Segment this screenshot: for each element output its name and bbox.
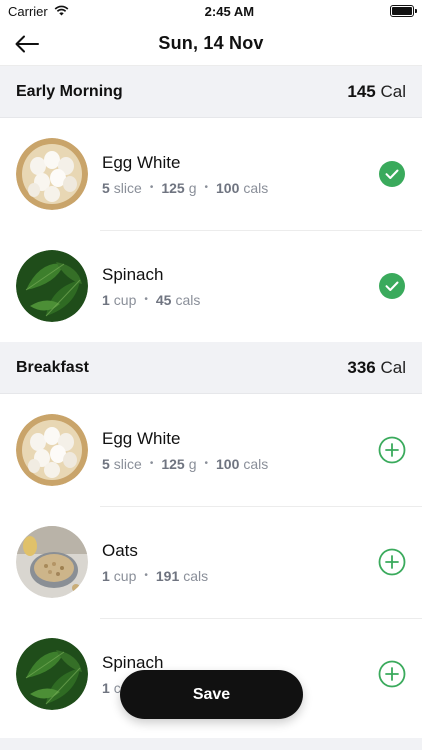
arrow-left-icon [15,35,39,53]
status-time: 2:45 AM [204,3,255,19]
meta-part: 125 g [161,456,196,472]
meta-part: 5 slice [102,180,142,196]
meta-value: 1 [102,291,110,308]
meta-part: 125 g [161,180,196,196]
logged-toggle[interactable] [378,272,406,300]
meta-unit: slice [113,455,142,472]
section-header: Breakfast 336 Cal [0,342,422,394]
food-meta: 5 slice • 125 g • 100 cals [102,180,378,196]
food-meta: 1cup • 45cals [102,292,378,308]
meta-part: 45cals [156,292,200,308]
add-icon [378,548,406,576]
meta-part: 100 cals [216,456,268,472]
meta-unit: cup [113,567,137,584]
meta-unit: cals [243,179,269,196]
add-button[interactable] [378,660,406,688]
meta-value: 100 [216,455,240,472]
food-meta: 5 slice • 125 g • 100 cals [102,456,378,472]
section-cal-value: 336 [347,357,376,377]
food-name: Spinach [102,264,164,284]
nav-bar: Sun, 14 Nov [0,22,422,66]
add-icon [378,436,406,464]
meta-value: 125 [161,455,185,472]
food-info: Oats 1 cup • 191 cals [102,541,378,584]
food-name: Oats [102,540,138,560]
separator-dot: • [144,570,148,581]
food-item[interactable]: Oats 1 cup • 191 cals [0,506,422,618]
meta-value: 191 [155,567,180,584]
separator-dot: • [204,182,208,193]
meal-list: Early Morning 145 Cal Egg White 5 slice • 125 g… [0,66,422,730]
meta-value: 1 [102,567,110,584]
meta-value: 125 [161,179,185,196]
food-item[interactable]: Spinach 1cup • 45cals [0,230,422,342]
section-calories: 145 Cal [347,82,406,102]
check-icon [379,273,405,299]
meta-part: 1cup [102,292,136,308]
meta-unit: cals [243,455,269,472]
food-item[interactable]: Egg White 5 slice • 125 g • 100 cals [0,394,422,506]
meta-unit: cup [113,291,137,308]
meta-part: 100 cals [216,180,268,196]
meta-value: 1 [102,679,110,696]
separator-dot: • [204,458,208,469]
meta-part: 1cup [102,568,136,584]
add-icon [378,660,406,688]
section-cal-value: 145 [347,81,376,101]
food-name: Egg White [102,152,181,172]
add-button[interactable] [378,436,406,464]
food-info: Egg White 5 slice • 125 g • 100 cals [102,429,378,472]
food-image [16,250,88,322]
food-info: Egg White 5 slice • 125 g • 100 cals [102,153,378,196]
meta-unit: g [188,455,197,472]
separator-dot: • [149,182,154,193]
back-button[interactable] [12,30,42,58]
wifi-icon [54,4,69,19]
section-title: Early Morning [16,82,123,100]
battery-icon [389,5,417,17]
section-cal-unit: Cal [380,81,406,101]
food-image [16,638,88,710]
meta-unit: cals [183,567,209,584]
food-name: Egg White [102,428,181,448]
food-meta: 1 cup • 191 cals [102,568,378,584]
separator-dot: • [144,294,148,305]
meta-value: 100 [216,179,240,196]
section-title: Breakfast [16,358,89,376]
food-item[interactable]: Egg White 5 slice • 125 g • 100 cals [0,118,422,230]
meta-value: 5 [102,179,110,196]
meta-value: 5 [102,455,110,472]
separator-dot: • [149,458,154,469]
check-icon [379,161,405,187]
food-image [16,526,88,598]
meta-unit: g [188,179,197,196]
food-image [16,414,88,486]
food-info: Spinach 1cup • 45cals [102,265,378,308]
section-calories: 336 Cal [347,358,406,378]
logged-toggle[interactable] [378,160,406,188]
meta-part: 191 cals [156,568,208,584]
carrier-label: Carrier [8,3,48,19]
page-title: Sun, 14 Nov [158,33,264,53]
next-section-header [0,738,422,750]
status-left: Carrier [8,4,69,19]
section-cal-unit: Cal [380,357,406,377]
meta-unit: cals [175,291,201,308]
meta-value: 45 [155,291,172,308]
meta-part: 5 slice [102,456,142,472]
status-bar: Carrier 2:45 AM [0,0,422,22]
save-button[interactable]: Save [120,670,303,719]
add-button[interactable] [378,548,406,576]
section-header: Early Morning 145 Cal [0,66,422,118]
meta-unit: slice [113,179,142,196]
food-image [16,138,88,210]
